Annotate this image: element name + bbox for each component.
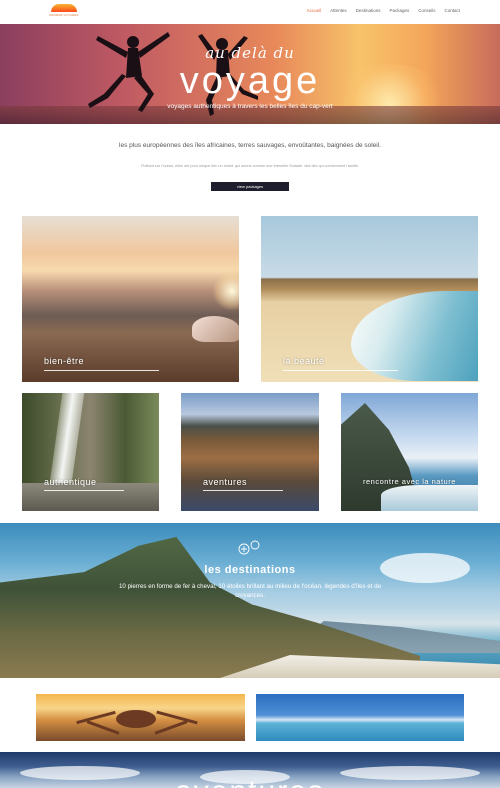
tile-rencontre-nature[interactable]: rencontre avec la nature [341,393,478,511]
site-header: BAOBAB VOYAGES Accueil Attentes Destinat… [0,0,500,24]
crab-leg [76,710,116,725]
intro-small-text: Flottant sur l'océan, elles ont pour uni… [141,164,359,168]
crab-leg [154,720,188,735]
nav-item-contact[interactable]: Contact [444,8,460,13]
view-packages-button[interactable]: view packages [211,182,289,191]
hero-banner: au delà du voyage voyages authentiques à… [0,24,500,124]
nav-item-attentes[interactable]: Attentes [330,8,347,13]
destinations-text: 10 pierres en forme de fer à cheval, 10 … [118,583,382,599]
tile-authentique[interactable]: authentique [22,393,159,511]
destinations-title: les destinations [204,564,296,576]
sea-foam-image [381,485,478,511]
tile-label: la beauté [283,356,325,366]
tile-la-beaute[interactable]: la beauté [261,216,478,382]
main-nav: Accueil Attentes Destinations Packages C… [307,8,460,13]
hero-title: voyage [179,60,321,102]
ship-icon [238,540,260,555]
crab-body [116,710,156,728]
tile-bien-etre[interactable]: bien-être [22,216,239,382]
tile-underline [283,370,398,371]
rocks-image [22,483,159,511]
tile-aventures[interactable]: aventures [181,393,319,511]
logo[interactable]: BAOBAB VOYAGES [48,4,80,17]
nav-item-conseils[interactable]: Conseils [418,8,435,13]
tile-underline [44,370,159,371]
sun-image [212,271,239,311]
crab-leg [86,720,120,735]
nav-item-packages[interactable]: Packages [389,8,409,13]
crab-leg [156,710,198,725]
wave-image [351,291,478,381]
ocean-horizon-image[interactable] [256,694,464,741]
aventures-title: aventures [0,775,500,788]
mountain-image [0,536,420,678]
intro-text: les plus européennes des îles africaines… [119,142,381,149]
nav-item-accueil[interactable]: Accueil [307,8,322,13]
seashell-image [192,316,239,342]
crab-sunset-image[interactable] [36,694,245,741]
tile-label: aventures [203,477,248,487]
hero-subtitle: voyages authentiques à travers les belle… [167,103,333,110]
tile-label: rencontre avec la nature [363,477,456,486]
tile-label: authentique [44,477,97,487]
nav-item-destinations[interactable]: Destinations [356,8,381,13]
sun-logo-icon [51,4,77,12]
tile-underline [203,490,283,491]
tile-label: bien-être [44,356,85,366]
logo-tagline: BAOBAB VOYAGES [49,13,79,17]
tile-underline [44,490,124,491]
